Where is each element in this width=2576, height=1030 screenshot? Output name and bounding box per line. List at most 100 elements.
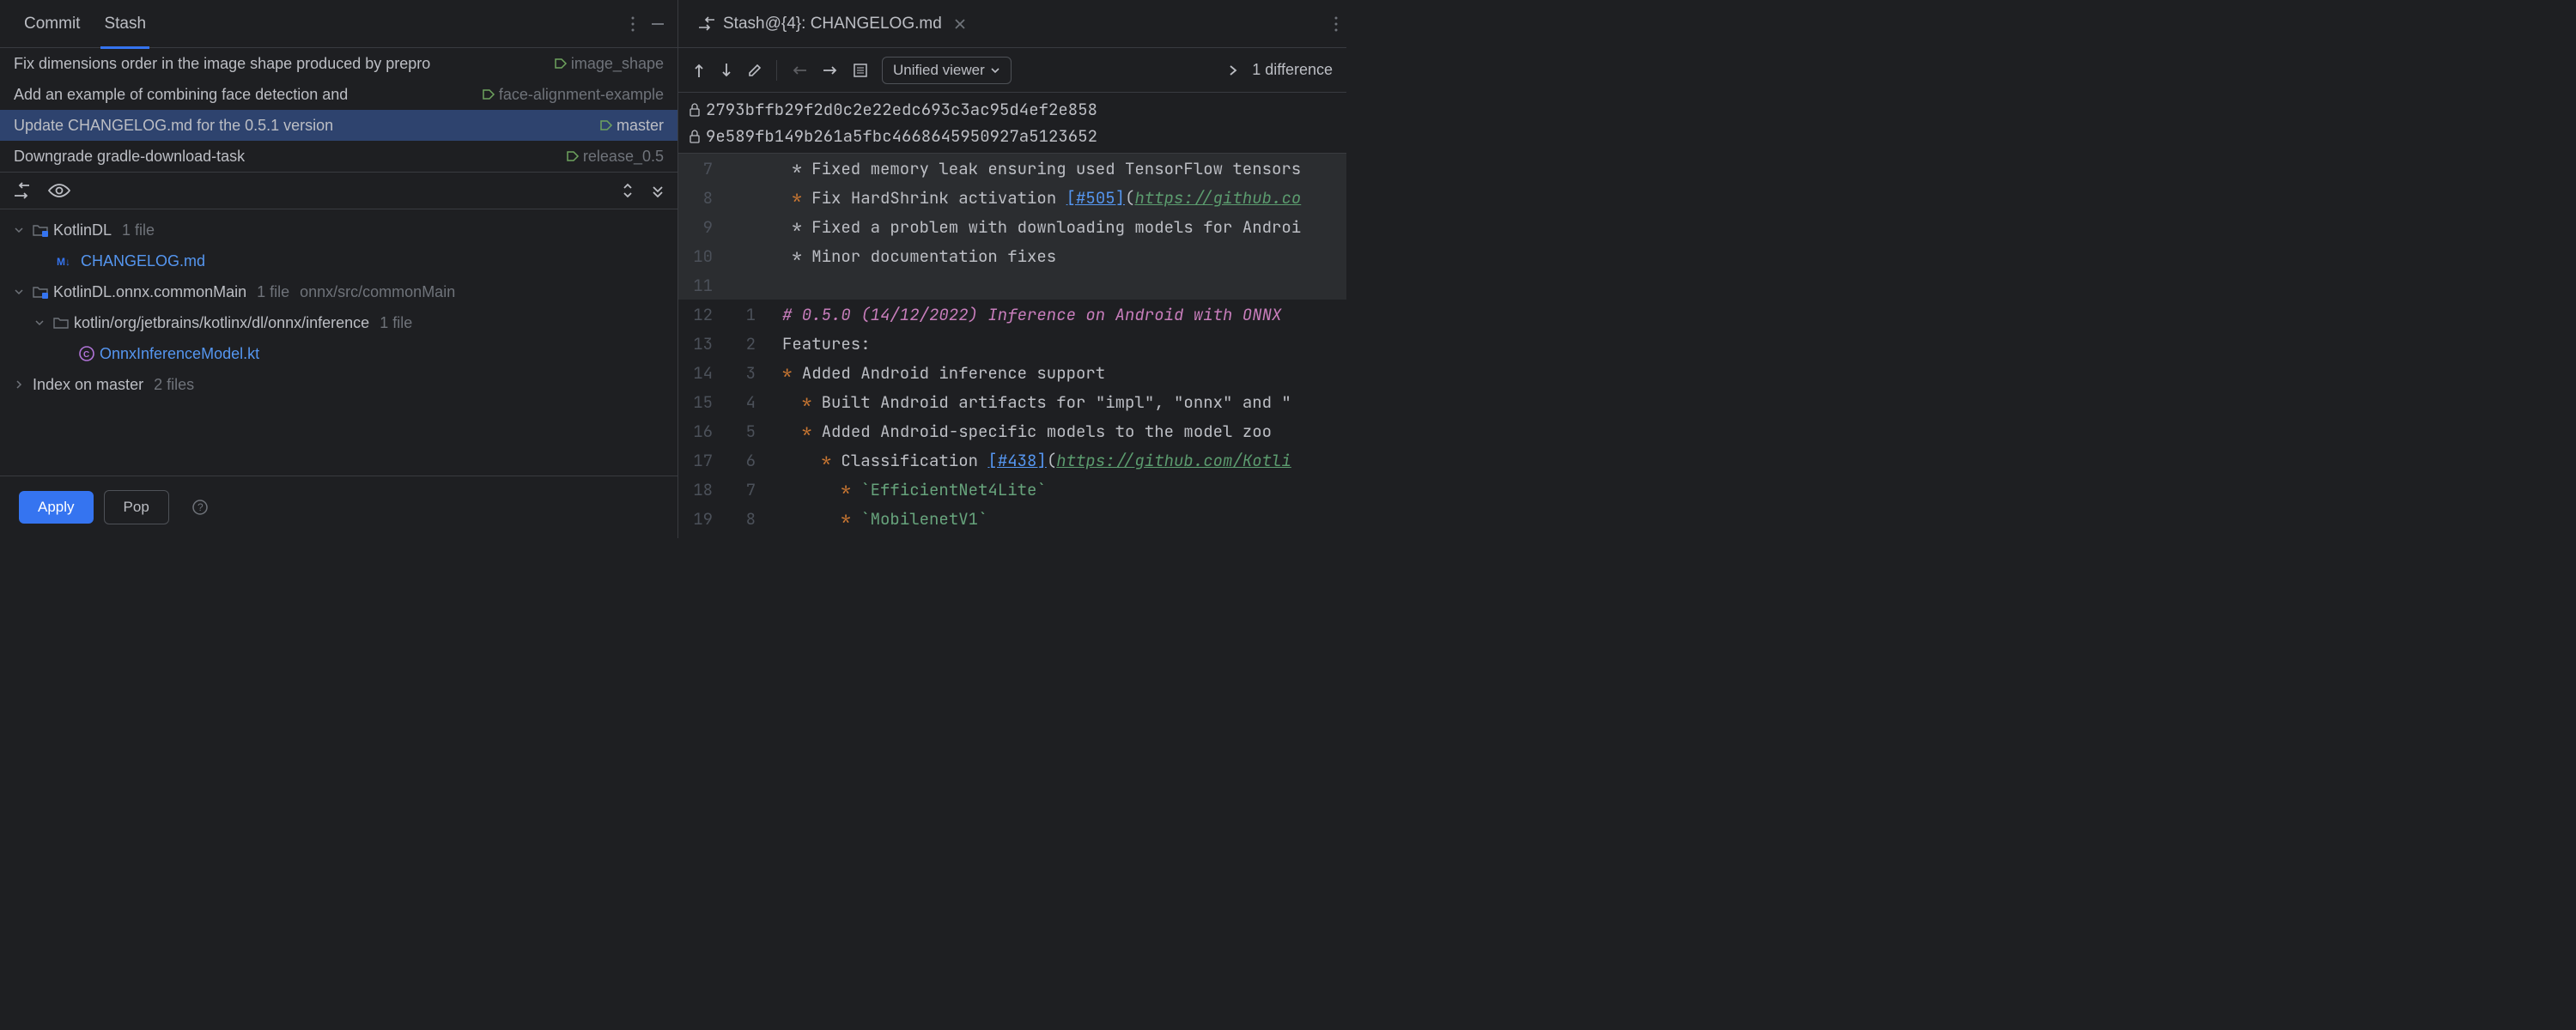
diff-line: 176 * Classification [#438](https://gith…	[678, 445, 1346, 475]
commit-row[interactable]: Fix dimensions order in the image shape …	[0, 48, 677, 79]
viewer-dropdown[interactable]: Unified viewer	[882, 57, 1012, 84]
diff-line: 132Features:	[678, 329, 1346, 358]
hash-row: 2793bffb29f2d0c2e22edc693c3ac95d4ef2e858	[678, 96, 1346, 123]
tree-label: KotlinDL	[53, 221, 112, 239]
diff-line: 121# 0.5.0 (14/12/2022) Inference on And…	[678, 300, 1346, 329]
navigate-icon[interactable]	[12, 182, 33, 199]
minimize-icon[interactable]	[650, 16, 665, 32]
tabs-header: Commit Stash	[0, 0, 677, 48]
folder-icon	[33, 285, 48, 299]
tree-file-label: CHANGELOG.md	[81, 252, 205, 270]
right-panel: Stash@{4}: CHANGELOG.md Unified viewer 1…	[678, 0, 1346, 538]
diff-count: 1 difference	[1252, 61, 1333, 79]
branch-tag: master	[599, 117, 664, 135]
tab-stash[interactable]: Stash	[92, 0, 158, 48]
markdown-file-icon: M↓	[57, 254, 76, 268]
tab-commit[interactable]: Commit	[12, 0, 92, 48]
tree-node[interactable]: KotlinDL.onnx.commonMain 1 file onnx/src…	[0, 276, 677, 307]
tree-meta: 1 file	[380, 314, 412, 332]
chevron-right-icon[interactable]	[14, 379, 27, 390]
list-icon[interactable]	[853, 63, 868, 78]
tree-file[interactable]: M↓ CHANGELOG.md	[0, 245, 677, 276]
tree-file[interactable]: C OnnxInferenceModel.kt	[0, 338, 677, 369]
tree-file-label: OnnxInferenceModel.kt	[100, 345, 259, 363]
commit-list: Fix dimensions order in the image shape …	[0, 48, 677, 173]
editor-tab[interactable]: Stash@{4}: CHANGELOG.md	[687, 0, 976, 48]
preview-icon[interactable]	[48, 183, 70, 198]
tree-label: kotlin/org/jetbrains/kotlinx/dl/onnx/inf…	[74, 314, 369, 332]
commit-message: Update CHANGELOG.md for the 0.5.1 versio…	[14, 117, 592, 135]
diff-line: 154 * Built Android artifacts for "impl"…	[678, 387, 1346, 416]
svg-text:?: ?	[197, 501, 204, 513]
apply-button[interactable]: Apply	[19, 491, 94, 524]
tree-label: KotlinDL.onnx.commonMain	[53, 283, 246, 301]
diff-line: 187 * `EfficientNet4Lite`	[678, 475, 1346, 504]
kotlin-class-icon: C	[79, 346, 94, 361]
hash-text: 2793bffb29f2d0c2e22edc693c3ac95d4ef2e858	[706, 99, 1097, 120]
prev-diff-icon[interactable]	[692, 62, 706, 79]
back-icon[interactable]	[791, 64, 808, 77]
tree-meta: 1 file	[257, 283, 289, 301]
svg-text:C: C	[83, 350, 89, 360]
diff-viewer[interactable]: 7 * Fixed memory leak ensuring used Tens…	[678, 154, 1346, 538]
files-toolbar	[0, 173, 677, 209]
chevron-down-icon[interactable]	[14, 287, 27, 297]
tree-node[interactable]: kotlin/org/jetbrains/kotlinx/dl/onnx/inf…	[0, 307, 677, 338]
tab-stash-label: Stash	[104, 15, 146, 33]
diff-line: 198 * `MobilenetV1`	[678, 504, 1346, 533]
hash-section: 2793bffb29f2d0c2e22edc693c3ac95d4ef2e858…	[678, 93, 1346, 154]
tab-commit-label: Commit	[24, 15, 80, 33]
stash-go-icon	[697, 16, 716, 32]
commit-message: Fix dimensions order in the image shape …	[14, 55, 547, 73]
diff-line: 7 * Fixed memory leak ensuring used Tens…	[678, 154, 1346, 183]
bottom-bar: Apply Pop ?	[0, 476, 677, 538]
tree-path: onnx/src/commonMain	[300, 283, 455, 301]
tree-label: Index on master	[33, 376, 143, 394]
diff-line: 8 * Fix HardShrink activation [#505](htt…	[678, 183, 1346, 212]
editor-tab-bar: Stash@{4}: CHANGELOG.md	[678, 0, 1346, 48]
branch-tag: release_0.5	[566, 148, 664, 166]
tree-meta: 2 files	[154, 376, 194, 394]
hash-row: 9e589fb149b261a5fbc4668645950927a5123652	[678, 123, 1346, 149]
chevron-right-icon[interactable]	[1228, 64, 1238, 77]
folder-icon	[53, 316, 69, 330]
commit-row-selected[interactable]: Update CHANGELOG.md for the 0.5.1 versio…	[0, 110, 677, 141]
forward-icon[interactable]	[822, 64, 839, 77]
diff-line: 11	[678, 270, 1346, 300]
diff-line: 9 * Fixed a problem with downloading mod…	[678, 212, 1346, 241]
file-tree: KotlinDL 1 file M↓ CHANGELOG.md KotlinDL…	[0, 209, 677, 476]
left-panel: Commit Stash Fix dimensions order in the…	[0, 0, 678, 538]
expand-collapse-icon[interactable]	[621, 181, 635, 200]
lock-icon	[689, 130, 701, 143]
chevron-down-icon[interactable]	[14, 225, 27, 235]
more-actions-icon[interactable]	[631, 16, 635, 32]
diff-line: 10 * Minor documentation fixes	[678, 241, 1346, 270]
viewer-label: Unified viewer	[893, 62, 985, 79]
commit-message: Downgrade gradle-download-task	[14, 148, 559, 166]
branch-tag: face-alignment-example	[482, 86, 664, 104]
diff-toolbar: Unified viewer 1 difference	[678, 48, 1346, 93]
svg-text:M↓: M↓	[57, 256, 70, 268]
commit-row[interactable]: Downgrade gradle-download-task release_0…	[0, 141, 677, 172]
commit-message: Add an example of combining face detecti…	[14, 86, 475, 104]
collapse-all-icon[interactable]	[650, 183, 665, 198]
tree-meta: 1 file	[122, 221, 155, 239]
chevron-down-icon	[990, 65, 1000, 76]
tree-node[interactable]: KotlinDL 1 file	[0, 215, 677, 245]
hash-text: 9e589fb149b261a5fbc4668645950927a5123652	[706, 125, 1097, 147]
chevron-down-icon[interactable]	[34, 318, 48, 328]
diff-line: 143* Added Android inference support	[678, 358, 1346, 387]
pop-button[interactable]: Pop	[104, 490, 169, 524]
folder-icon	[33, 223, 48, 237]
commit-row[interactable]: Add an example of combining face detecti…	[0, 79, 677, 110]
lock-icon	[689, 103, 701, 117]
tree-node[interactable]: Index on master 2 files	[0, 369, 677, 400]
branch-tag: image_shape	[554, 55, 664, 73]
edit-icon[interactable]	[747, 63, 762, 78]
editor-tab-label: Stash@{4}: CHANGELOG.md	[723, 15, 942, 33]
next-diff-icon[interactable]	[720, 62, 733, 79]
help-icon[interactable]: ?	[191, 499, 209, 516]
more-actions-icon[interactable]	[1334, 16, 1338, 32]
diff-line: 165 * Added Android-specific models to t…	[678, 416, 1346, 445]
close-tab-icon[interactable]	[954, 18, 966, 30]
